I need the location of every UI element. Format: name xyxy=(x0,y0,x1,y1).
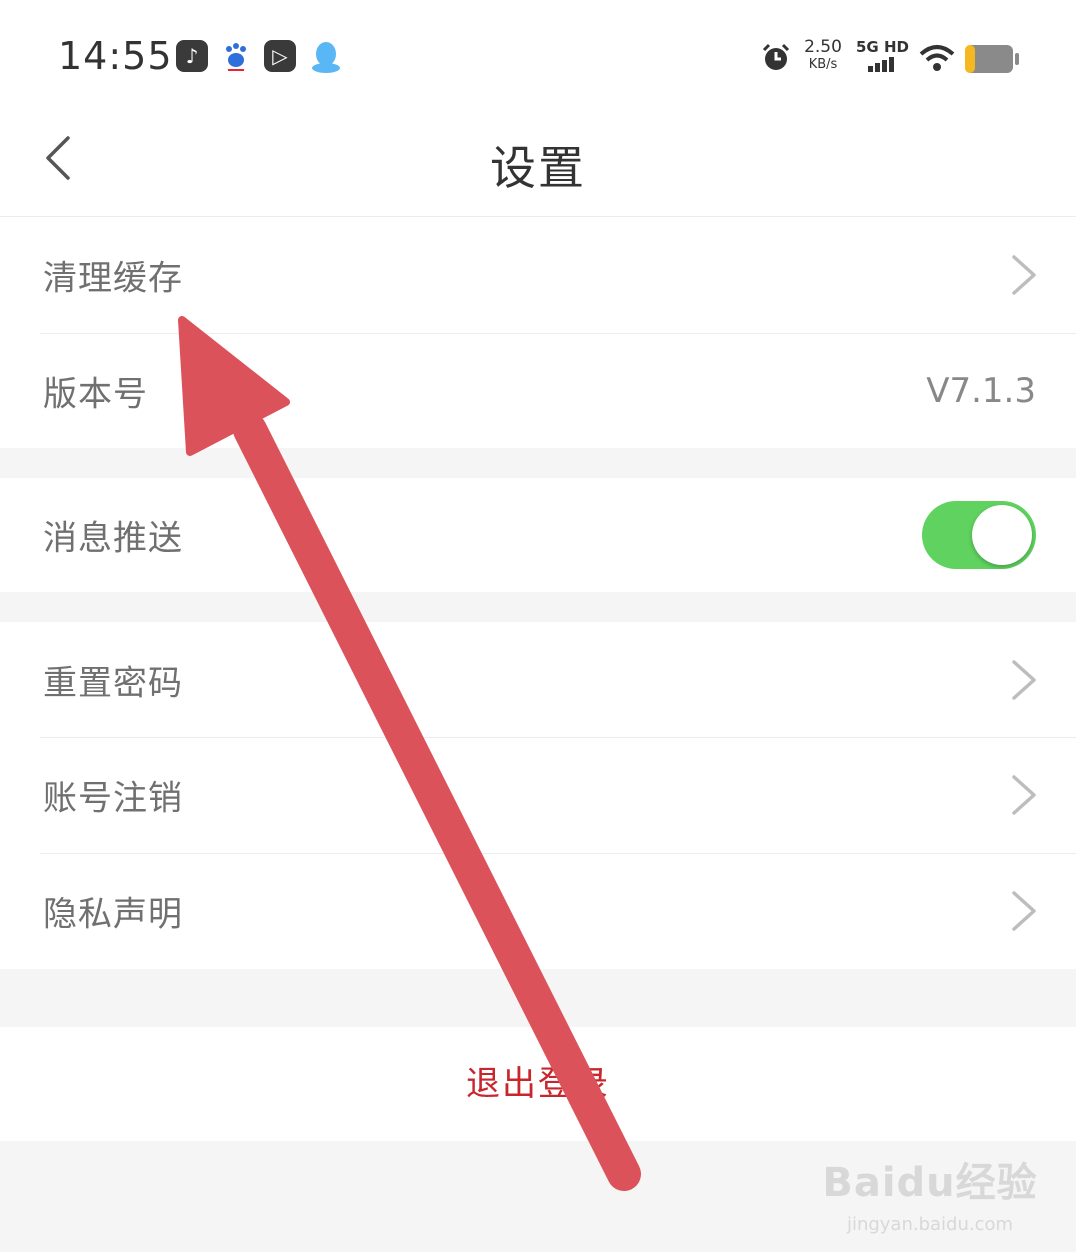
version-value: V7.1.3 xyxy=(926,370,1036,411)
chevron-right-icon xyxy=(1012,891,1036,931)
toggle-knob xyxy=(972,505,1032,565)
row-label: 隐私声明 xyxy=(43,894,183,935)
row-label: 账号注销 xyxy=(43,778,183,819)
row-label: 清理缓存 xyxy=(43,258,183,299)
network-type: 5G HD xyxy=(856,38,909,76)
music-app-icon: ♪ xyxy=(176,40,208,72)
signal-icon xyxy=(868,57,894,72)
network-speed: 2.50 KB/s xyxy=(804,37,842,72)
video-app-icon: ▷ xyxy=(264,40,296,72)
wifi-icon xyxy=(918,42,956,78)
push-notification-row: 消息推送 xyxy=(0,478,1076,592)
row-label: 版本号 xyxy=(43,374,148,414)
push-notification-toggle[interactable] xyxy=(922,501,1036,569)
chevron-right-icon xyxy=(1012,775,1036,815)
status-time: 14:55 xyxy=(58,34,173,78)
row-label: 消息推送 xyxy=(43,518,183,559)
status-bar: 14:55 ♪ ▷ 2.50 KB/s 5G HD xyxy=(0,0,1076,110)
account-cancel-row[interactable]: 账号注销 xyxy=(0,737,1076,853)
watermark-logo: Baidu经验 xyxy=(822,1160,1038,1206)
battery-icon xyxy=(964,44,1020,78)
baidu-icon xyxy=(220,40,252,72)
baidu-jingyan-watermark: Baidu经验 jingyan.baidu.com xyxy=(820,1150,1040,1235)
settings-group-3: 重置密码 账号注销 隐私声明 xyxy=(0,622,1076,969)
chevron-right-icon xyxy=(1012,659,1036,700)
logout-button[interactable]: 退出登录 xyxy=(0,1027,1076,1141)
qq-icon xyxy=(310,40,342,73)
nav-header: 设置 xyxy=(0,110,1076,217)
settings-group-1: 清理缓存 版本号 V7.1.3 xyxy=(0,217,1076,448)
clear-cache-row[interactable]: 清理缓存 xyxy=(0,217,1076,333)
page-title: 设置 xyxy=(490,141,586,195)
alarm-icon xyxy=(760,42,792,78)
reset-password-row[interactable]: 重置密码 xyxy=(0,622,1076,737)
row-label: 重置密码 xyxy=(43,663,183,703)
privacy-statement-row[interactable]: 隐私声明 xyxy=(0,853,1076,969)
chevron-right-icon xyxy=(1012,255,1036,295)
watermark-url: jingyan.baidu.com xyxy=(846,1214,1014,1235)
version-row: 版本号 V7.1.3 xyxy=(0,333,1076,448)
settings-group-2: 消息推送 xyxy=(0,478,1076,592)
